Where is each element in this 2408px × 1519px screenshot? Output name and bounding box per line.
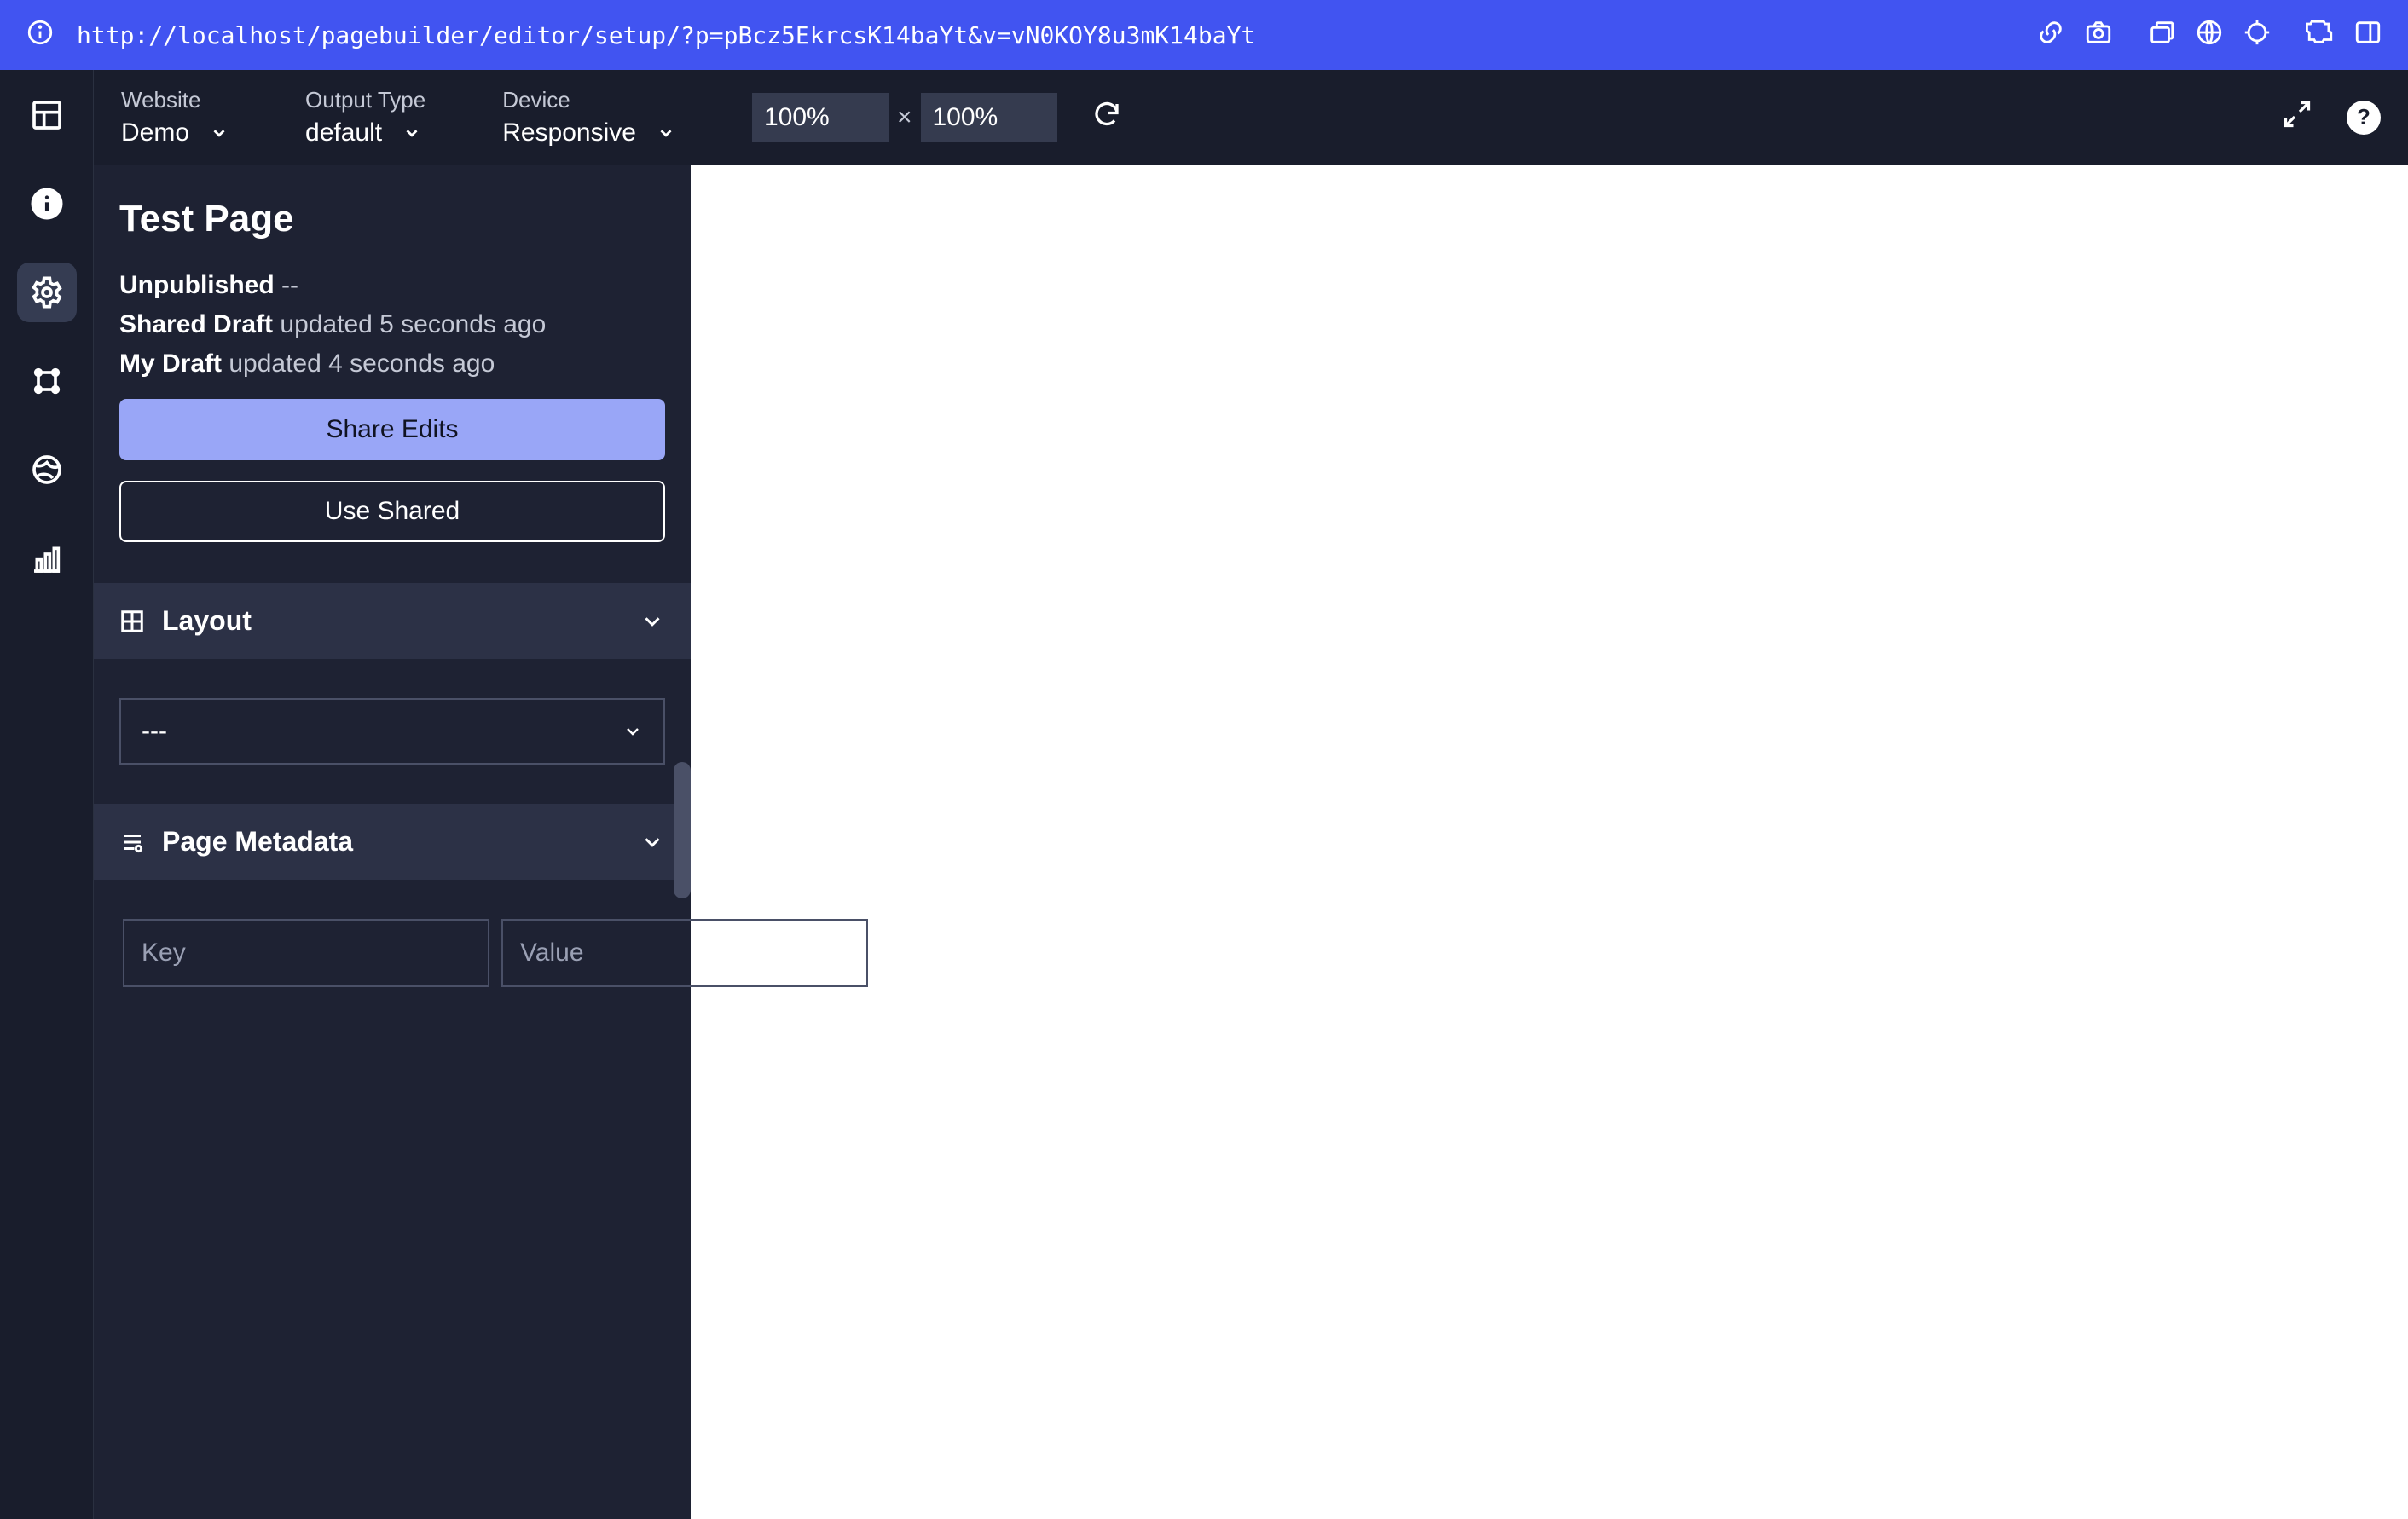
help-icon[interactable]: ?	[2347, 101, 2381, 135]
website-label: Website	[121, 87, 229, 113]
chevron-down-icon	[402, 124, 421, 142]
device-dropdown[interactable]: Device Responsive	[502, 87, 675, 147]
crosshair-icon[interactable]	[2243, 18, 2272, 53]
chevron-down-icon	[657, 124, 675, 142]
layout-section-title: Layout	[162, 605, 622, 637]
output-type-dropdown[interactable]: Output Type default	[305, 87, 425, 147]
status-shared-draft: Shared Draft updated 5 seconds ago	[119, 310, 665, 339]
add-metadata-icon[interactable]: ✚	[880, 935, 912, 971]
fullscreen-icon[interactable]	[2282, 99, 2312, 136]
panel-toggle-icon[interactable]	[2353, 18, 2382, 53]
device-label: Device	[502, 87, 675, 113]
page-metadata-section-title: Page Metadata	[162, 826, 622, 858]
page-title: Test Page	[119, 198, 665, 240]
refresh-icon[interactable]	[1091, 99, 1122, 136]
zoom-height-input[interactable]	[921, 93, 1057, 142]
address-bar: http://localhost/pagebuilder/editor/setu…	[0, 0, 2408, 70]
rail-bounding-box-icon[interactable]	[17, 351, 77, 411]
scrollbar-thumb[interactable]	[674, 762, 691, 898]
zoom-controls: ×	[752, 93, 1122, 142]
website-dropdown[interactable]: Website Demo	[121, 87, 229, 147]
status-unpublished: Unpublished --	[119, 271, 665, 300]
page-metadata-section-header[interactable]: Page Metadata	[94, 804, 691, 880]
use-shared-button[interactable]: Use Shared	[119, 481, 665, 542]
rail-analytics-icon[interactable]	[17, 528, 77, 588]
link-icon[interactable]	[2036, 18, 2065, 53]
zoom-separator: ×	[897, 103, 912, 132]
preview-canvas[interactable]	[691, 165, 2408, 1519]
device-value: Responsive	[502, 118, 636, 147]
rail-info-icon[interactable]	[17, 174, 77, 234]
chevron-down-icon	[622, 721, 643, 742]
metadata-icon	[119, 829, 145, 855]
camera-icon[interactable]	[2084, 18, 2113, 53]
editor-toolbar: Website Demo Output Type default Device …	[94, 70, 2408, 165]
left-rail	[0, 70, 94, 1519]
rail-settings-icon[interactable]	[17, 263, 77, 322]
rail-globe-alt-icon[interactable]	[17, 440, 77, 500]
chevron-down-icon	[210, 124, 229, 142]
layout-section-header[interactable]: Layout	[94, 583, 691, 659]
rail-layout-icon[interactable]	[17, 85, 77, 145]
layout-select[interactable]: ---	[119, 698, 665, 765]
share-edits-button[interactable]: Share Edits	[119, 399, 665, 460]
layout-select-value: ---	[142, 717, 167, 746]
output-type-label: Output Type	[305, 87, 425, 113]
metadata-value-input[interactable]	[501, 919, 868, 987]
layout-icon	[119, 609, 145, 634]
chevron-down-icon	[640, 829, 665, 855]
output-type-value: default	[305, 118, 382, 147]
chevron-down-icon	[640, 609, 665, 634]
settings-sidebar: Test Page Unpublished -- Shared Draft up…	[94, 165, 691, 1519]
globe-icon[interactable]	[2195, 18, 2224, 53]
zoom-width-input[interactable]	[752, 93, 889, 142]
extension-icon[interactable]	[2306, 18, 2335, 53]
status-my-draft: My Draft updated 4 seconds ago	[119, 349, 665, 378]
open-external-icon[interactable]	[2147, 18, 2176, 53]
url-text: http://localhost/pagebuilder/editor/setu…	[77, 21, 1255, 49]
metadata-key-input[interactable]	[123, 919, 489, 987]
info-icon[interactable]	[26, 18, 55, 53]
website-value: Demo	[121, 118, 189, 147]
metadata-row: ✚	[119, 919, 665, 987]
